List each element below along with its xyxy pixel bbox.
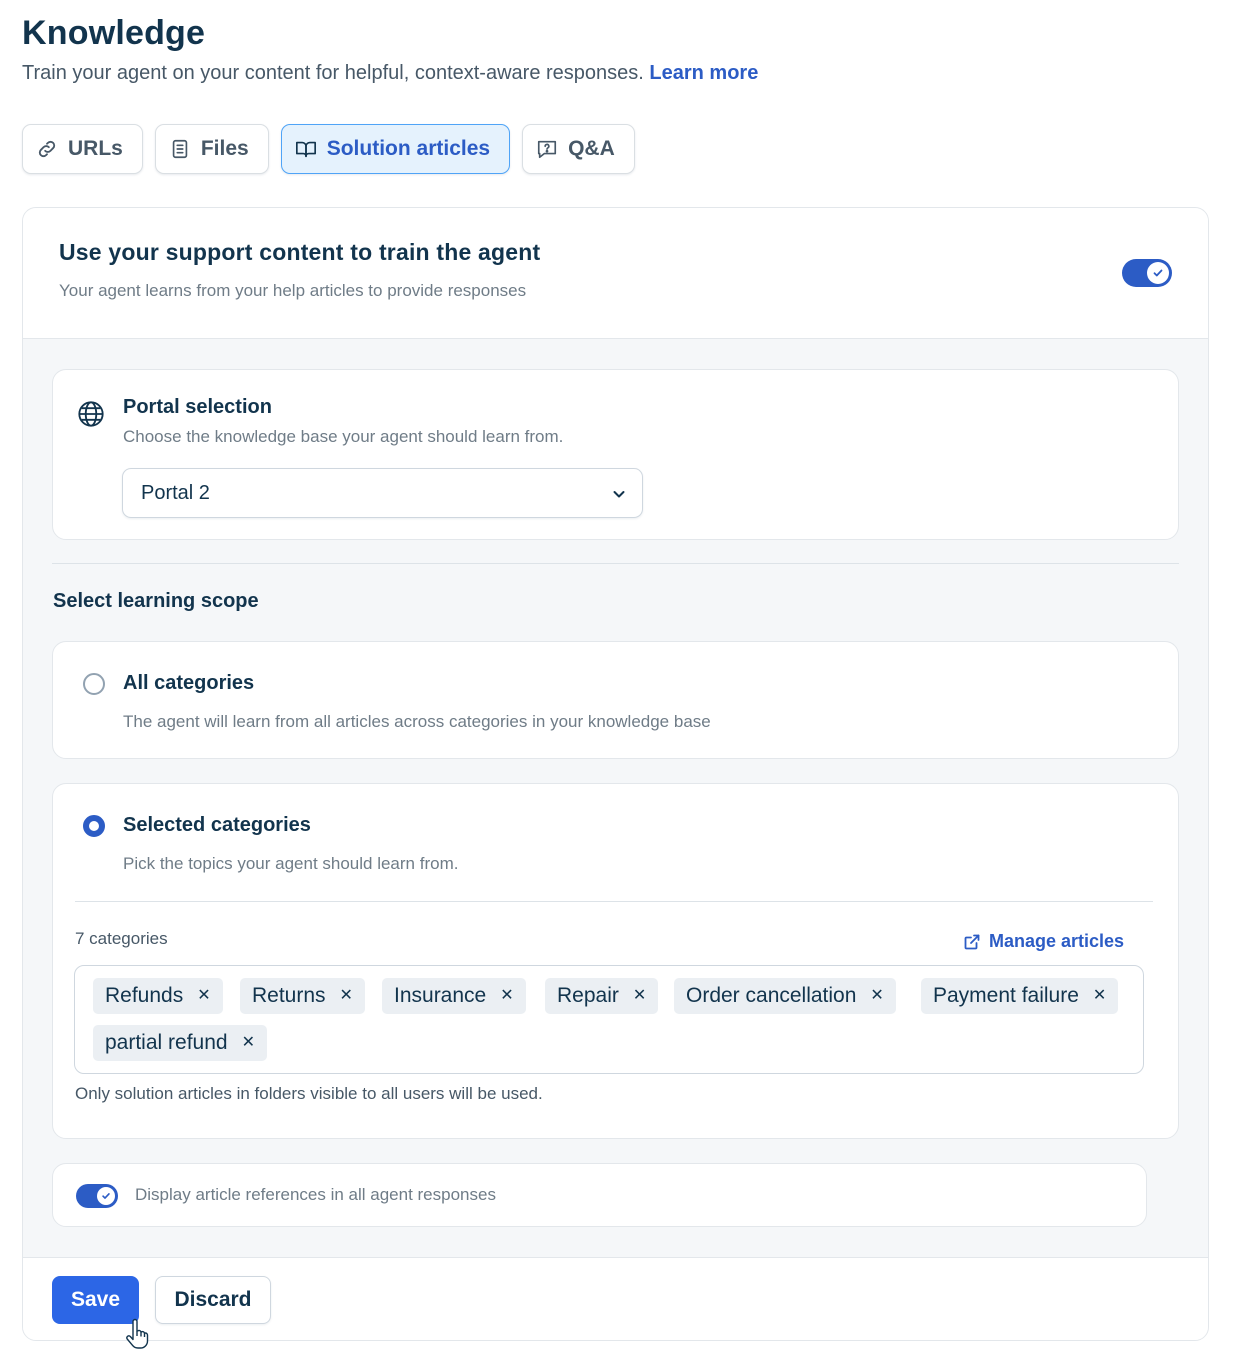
remove-chip-icon[interactable]: ✕ bbox=[340, 988, 353, 1004]
link-icon bbox=[38, 140, 56, 158]
support-description: Your agent learns from your help article… bbox=[59, 281, 527, 300]
check-icon bbox=[102, 1193, 110, 1199]
tab-files-label: Files bbox=[200, 137, 249, 160]
chevron-down-icon bbox=[613, 491, 625, 498]
page-title: Knowledge bbox=[22, 14, 206, 52]
selected-categories-description: Pick the topics your agent should learn … bbox=[123, 854, 459, 873]
external-link-icon bbox=[964, 934, 980, 949]
subtitle-text: Train your agent on your content for hel… bbox=[22, 62, 644, 84]
remove-chip-icon[interactable]: ✕ bbox=[633, 988, 646, 1004]
category-chip-label: Order cancellation bbox=[686, 984, 857, 1007]
support-title: Use your support content to train the ag… bbox=[59, 239, 541, 265]
tab-qa[interactable]: Q&A bbox=[522, 124, 635, 174]
page-subtitle: Train your agent on your content for hel… bbox=[22, 62, 758, 85]
portal-selection-panel: Portal selection Choose the knowledge ba… bbox=[52, 369, 1179, 540]
portal-select-value: Portal 2 bbox=[141, 481, 210, 504]
category-chip-label: Payment failure bbox=[933, 984, 1079, 1007]
remove-chip-icon[interactable]: ✕ bbox=[870, 988, 883, 1004]
hand-pointer-icon bbox=[126, 1318, 149, 1349]
category-chip-label: Repair bbox=[557, 984, 619, 1007]
toggle-knob bbox=[97, 1187, 115, 1205]
category-chip-label: Returns bbox=[252, 984, 326, 1007]
category-chip-label: Insurance bbox=[394, 984, 487, 1007]
article-references-toggle[interactable] bbox=[76, 1184, 118, 1208]
all-categories-radio[interactable] bbox=[83, 673, 105, 695]
book-icon bbox=[295, 141, 316, 158]
chat-question-icon bbox=[538, 140, 557, 159]
visibility-note: Only solution articles in folders visibl… bbox=[75, 1084, 543, 1103]
selected-categories-title: Selected categories bbox=[123, 814, 311, 836]
remove-chip-icon[interactable]: ✕ bbox=[500, 988, 513, 1004]
article-references-panel: Display article references in all agent … bbox=[52, 1163, 1147, 1227]
all-categories-title: All categories bbox=[123, 672, 255, 694]
category-chip: Insurance ✕ bbox=[382, 978, 526, 1014]
tab-urls-label: URLs bbox=[68, 137, 123, 160]
category-chip: Repair ✕ bbox=[545, 978, 659, 1014]
category-chip: Order cancellation ✕ bbox=[674, 978, 896, 1014]
category-chip: Returns ✕ bbox=[240, 978, 365, 1014]
solution-articles-card: Use your support content to train the ag… bbox=[22, 207, 1209, 1341]
portal-selection-description: Choose the knowledge base your agent sho… bbox=[123, 427, 564, 446]
remove-chip-icon[interactable]: ✕ bbox=[1093, 988, 1106, 1004]
tab-solution-articles-label: Solution articles bbox=[326, 137, 491, 160]
tab-solution-articles[interactable]: Solution articles bbox=[280, 124, 511, 174]
learn-more-link[interactable]: Learn more bbox=[649, 62, 758, 84]
tab-files[interactable]: Files bbox=[154, 124, 269, 174]
toggle-knob bbox=[1147, 262, 1169, 284]
selected-categories-option[interactable]: Selected categories Pick the topics your… bbox=[52, 783, 1179, 1139]
category-chip: Payment failure ✕ bbox=[921, 978, 1119, 1014]
support-content-header: Use your support content to train the ag… bbox=[23, 208, 1208, 339]
remove-chip-icon[interactable]: ✕ bbox=[197, 988, 210, 1004]
manage-articles-link[interactable]: Manage articles bbox=[963, 931, 1124, 952]
manage-articles-label: Manage articles bbox=[989, 931, 1125, 951]
portal-selection-title: Portal selection bbox=[123, 396, 272, 418]
form-footer: Save Discard bbox=[23, 1257, 1208, 1340]
category-chip: partial refund ✕ bbox=[93, 1025, 267, 1061]
categories-tag-input[interactable]: Refunds ✕ Returns ✕ Insurance ✕ Repair ✕… bbox=[74, 965, 1144, 1074]
section-divider bbox=[52, 563, 1179, 564]
globe-icon bbox=[78, 401, 104, 427]
category-chip-label: partial refund bbox=[105, 1031, 228, 1054]
knowledge-tabs: URLs Files Solution articles Q&A bbox=[22, 124, 635, 174]
article-references-label: Display article references in all agent … bbox=[135, 1185, 496, 1204]
remove-chip-icon[interactable]: ✕ bbox=[242, 1035, 255, 1051]
all-categories-option[interactable]: All categories The agent will learn from… bbox=[52, 641, 1179, 759]
selected-categories-radio[interactable] bbox=[83, 815, 105, 837]
category-chip: Refunds ✕ bbox=[93, 978, 223, 1014]
save-button[interactable]: Save bbox=[52, 1276, 139, 1324]
option-divider bbox=[75, 901, 1153, 902]
categories-count: 7 categories bbox=[75, 929, 168, 948]
discard-button[interactable]: Discard bbox=[155, 1276, 271, 1324]
tab-qa-label: Q&A bbox=[568, 137, 615, 160]
tab-urls[interactable]: URLs bbox=[22, 124, 143, 174]
portal-select[interactable]: Portal 2 bbox=[122, 468, 643, 518]
support-content-toggle[interactable] bbox=[1122, 259, 1172, 287]
category-chip-label: Refunds bbox=[105, 984, 184, 1007]
learning-scope-heading: Select learning scope bbox=[53, 590, 259, 612]
check-icon bbox=[1153, 269, 1163, 277]
all-categories-description: The agent will learn from all articles a… bbox=[123, 712, 711, 731]
file-icon bbox=[172, 139, 188, 159]
